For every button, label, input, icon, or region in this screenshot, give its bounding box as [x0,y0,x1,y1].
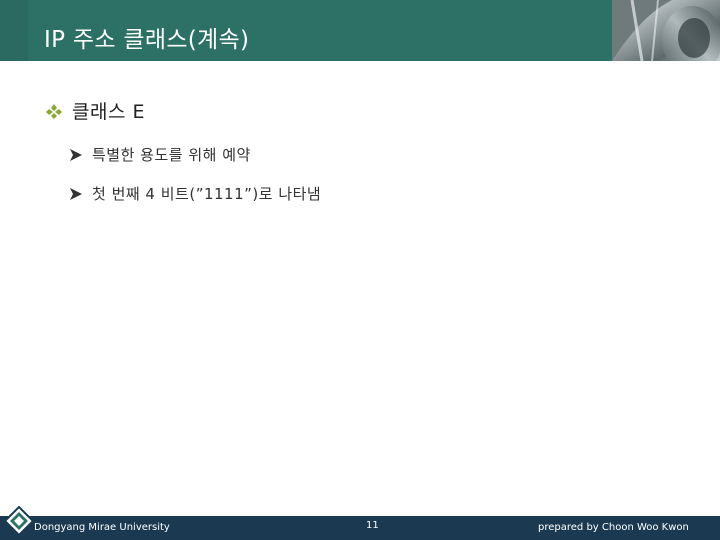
bullet-level2-text: 특별한 용도를 위해 예약 [92,146,251,164]
slide-title: IP 주소 클래스(계속) [44,27,250,53]
page-number: 11 [366,520,379,531]
bullet-level2-text: 첫 번째 4 비트(”1111”)로 나타냄 [92,185,322,203]
footer-bar: Dongyang Mirae University 11 prepared by… [0,516,720,540]
arrow-bullet-icon [70,187,82,200]
bullet-level2-item: 특별한 용도를 위해 예약 [70,144,251,165]
diamond-logo-icon [4,506,34,536]
title-bar: IP 주소 클래스(계속) [0,0,720,61]
corner-metal-graphic [612,0,720,61]
slide-content: 클래스 E 특별한 용도를 위해 예약 첫 번째 4 비트(”1111”)로 나… [0,61,720,516]
footer-author: prepared by Choon Woo Kwon [538,522,689,533]
title-accent-strip [0,0,28,61]
bullet-level1: 클래스 E [46,97,145,124]
diamond-bullet-icon [46,103,62,119]
bullet-level1-text: 클래스 E [72,101,145,123]
bullet-level2-item: 첫 번째 4 비트(”1111”)로 나타냄 [70,183,321,204]
footer-university: Dongyang Mirae University [34,522,170,533]
arrow-bullet-icon [70,148,82,161]
